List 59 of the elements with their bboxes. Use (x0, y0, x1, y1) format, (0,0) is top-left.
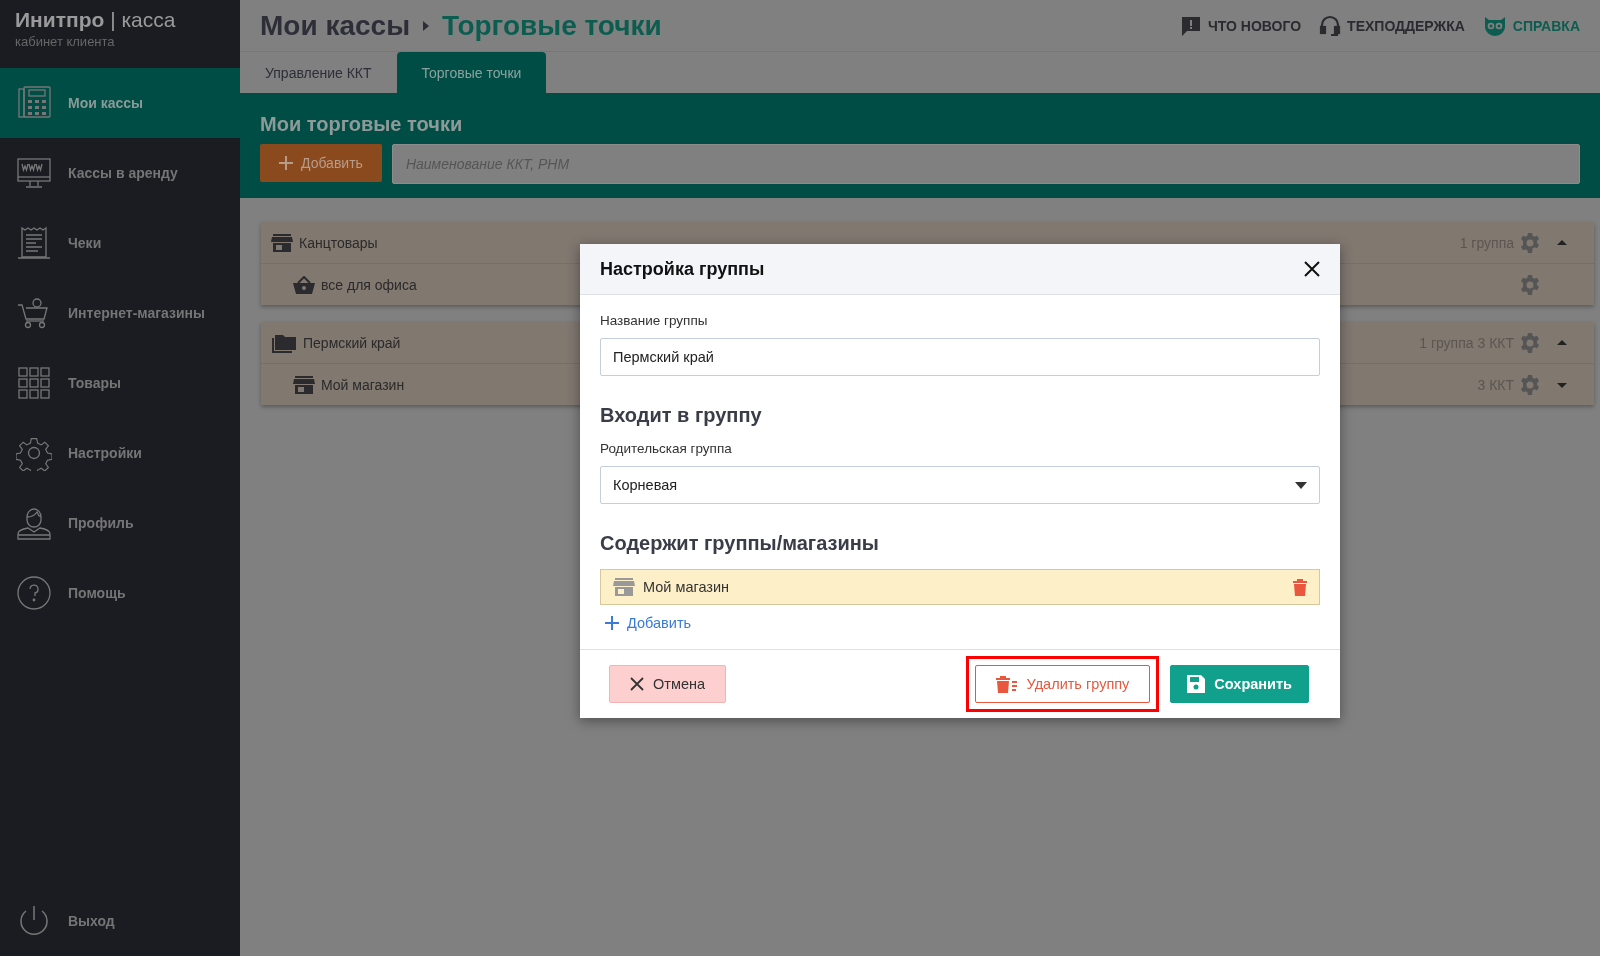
field-label: Родительская группа (600, 441, 733, 456)
group-name-field[interactable]: Пермский край (600, 338, 1320, 376)
section-heading: Входит в группу (600, 404, 763, 427)
store-icon (293, 375, 315, 394)
plus-icon (605, 616, 619, 630)
parent-group-dropdown[interactable]: Корневая (600, 466, 1320, 504)
settings-icon (16, 435, 52, 471)
message-icon (1179, 14, 1202, 37)
brand-logo: Инитпро | касса (15, 8, 177, 32)
folder-icon (271, 332, 297, 353)
field-label: Название группы (600, 313, 709, 328)
cash-register-icon (16, 85, 52, 121)
dialog-title: Настройка группы (600, 258, 765, 280)
sidebar-item[interactable]: Интернет-магазины (0, 278, 240, 348)
basket-icon (293, 275, 315, 294)
help-icon (16, 575, 52, 611)
sidebar-item[interactable]: Мои кассы (0, 68, 240, 138)
breadcrumb-arrow-icon (422, 20, 431, 31)
settings-icon (1520, 374, 1540, 395)
header-link[interactable]: ЧТО НОВОГО (1179, 14, 1302, 37)
close-icon (630, 677, 644, 691)
trash-icon (995, 675, 1018, 693)
settings-icon (1520, 332, 1540, 353)
caret-icon (1295, 481, 1307, 489)
plus-icon (279, 156, 293, 170)
store-name: Мой магазин (643, 579, 731, 595)
tab[interactable]: Управление ККТ (240, 52, 397, 93)
header-link[interactable]: ТЕХПОДДЕРЖКА (1319, 14, 1465, 37)
settings-icon (1520, 232, 1540, 253)
sidebar-item[interactable]: Настройки (0, 418, 240, 488)
owl-icon (1482, 14, 1507, 37)
grid-icon (16, 365, 52, 401)
brand-subtitle: кабинет клиента (15, 34, 116, 49)
logout-item[interactable]: Выход (0, 886, 240, 956)
tab[interactable]: Торговые точки (396, 52, 547, 93)
add-link[interactable]: Добавить (605, 615, 692, 631)
sidebar-item[interactable]: Чеки (0, 208, 240, 278)
header-link[interactable]: СПРАВКА (1482, 14, 1580, 37)
breadcrumb-item[interactable]: Мои кассы (260, 9, 411, 42)
headset-icon (1319, 14, 1342, 37)
sidebar-item[interactable]: Помощь (0, 558, 240, 628)
settings-icon (1520, 274, 1540, 295)
trash-icon[interactable] (1293, 578, 1307, 596)
person-icon (16, 505, 52, 541)
store-icon (613, 578, 635, 596)
section-title: Мои торговые точки (260, 113, 464, 136)
sidebar-item[interactable]: Профиль (0, 488, 240, 558)
receipt-icon (16, 225, 52, 261)
sidebar-item[interactable]: Кассы в аренду (0, 138, 240, 208)
save-button[interactable]: Сохранить (1170, 665, 1309, 703)
close-icon[interactable] (1304, 261, 1320, 277)
section-heading: Содержит группы/магазины (600, 532, 880, 555)
store-icon (271, 233, 293, 252)
sidebar-item[interactable]: Товары (0, 348, 240, 418)
delete-button[interactable]: Удалить группу (974, 665, 1151, 703)
cancel-button[interactable]: Отмена (609, 665, 727, 703)
monitor-icon (16, 155, 52, 191)
add-button[interactable]: Добавить (260, 144, 382, 182)
breadcrumb-item: Торговые точки (442, 9, 662, 42)
